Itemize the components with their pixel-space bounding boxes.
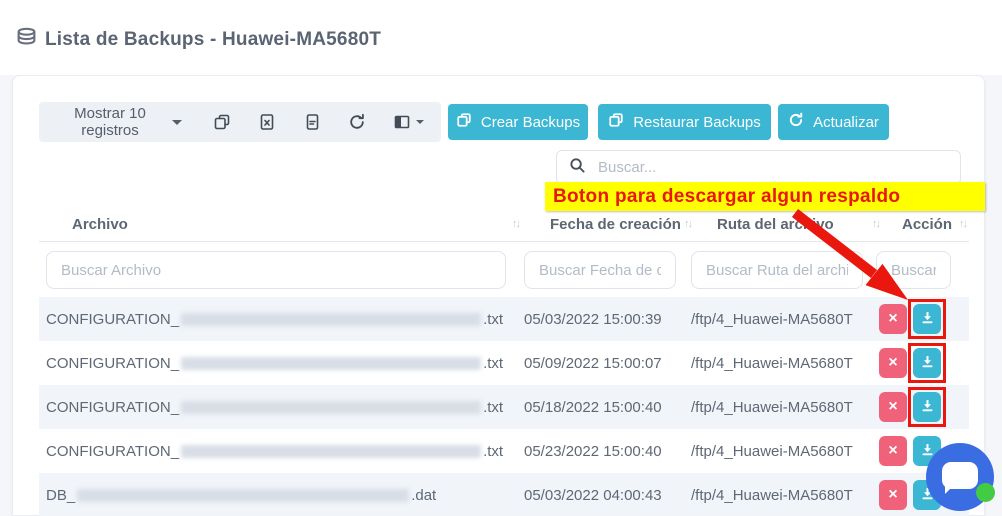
sort-icon[interactable]: ↑↓ <box>512 218 519 230</box>
created-date: 05/03/2022 15:00:39 <box>524 297 662 341</box>
filter-fecha-input[interactable] <box>524 251 676 289</box>
download-icon <box>920 310 935 328</box>
sort-icon[interactable]: ↑↓ <box>959 218 966 230</box>
chevron-down-icon <box>172 120 182 125</box>
redacted-text <box>181 357 481 370</box>
redacted-text <box>77 489 409 502</box>
table-header-row: Archivo ↑↓ Fecha de creación ↑↓ Ruta del… <box>39 208 969 242</box>
global-search <box>556 150 961 185</box>
column-header-archivo[interactable]: Archivo <box>72 216 128 233</box>
delete-backup-button[interactable]: × <box>879 436 907 466</box>
download-icon <box>920 354 935 372</box>
file-name: CONFIGURATION_ .txt <box>46 341 503 385</box>
table-row: CONFIGURATION_ .txt 05/09/2022 15:00:07 … <box>39 341 969 385</box>
create-backups-label: Crear Backups <box>481 114 580 131</box>
page-title: Lista de Backups - Huawei-MA5680T <box>45 29 381 51</box>
file-export-button[interactable] <box>303 113 321 131</box>
created-date: 05/03/2022 04:00:43 <box>524 473 662 516</box>
file-name: CONFIGURATION_ .txt <box>46 429 503 473</box>
online-status-dot <box>976 483 995 502</box>
redacted-text <box>181 445 481 458</box>
table-row: CONFIGURATION_ .txt 05/18/2022 15:00:40 … <box>39 385 969 429</box>
created-date: 05/09/2022 15:00:07 <box>524 341 662 385</box>
created-date: 05/18/2022 15:00:40 <box>524 385 662 429</box>
row-1-download-wrap <box>913 348 941 378</box>
file-path: /ftp/4_Huawei-MA5680T <box>691 341 853 385</box>
table-row: CONFIGURATION_ .txt 05/03/2022 15:00:39 … <box>39 297 969 341</box>
backups-page: Lista de Backups - Huawei-MA5680T Mostra… <box>0 0 1002 516</box>
delete-backup-button[interactable]: × <box>879 392 907 422</box>
column-header-fecha[interactable]: Fecha de creación <box>550 216 681 233</box>
column-header-ruta[interactable]: Ruta del archivo <box>717 216 834 233</box>
sort-icon[interactable]: ↑↓ <box>684 218 691 230</box>
sort-icon[interactable]: ↑↓ <box>872 218 879 230</box>
table-row: DB_ .dat 05/03/2022 04:00:43 /ftp/4_Huaw… <box>39 473 969 516</box>
file-path: /ftp/4_Huawei-MA5680T <box>691 429 853 473</box>
restore-backups-button[interactable]: Restaurar Backups <box>598 104 771 140</box>
search-icon <box>569 157 586 179</box>
chevron-down-icon <box>416 120 424 124</box>
page-header: Lista de Backups - Huawei-MA5680T <box>16 27 381 53</box>
chat-widget-button[interactable] <box>926 443 994 511</box>
file-name: CONFIGURATION_ .txt <box>46 297 503 341</box>
backup-icon <box>608 112 624 132</box>
file-name: DB_ .dat <box>46 473 436 516</box>
excel-export-button[interactable] <box>258 113 276 131</box>
filter-ruta-input[interactable] <box>691 251 863 289</box>
filter-archivo-input[interactable] <box>46 251 506 289</box>
row-2-download-wrap <box>913 392 941 422</box>
delete-backup-button[interactable]: × <box>879 304 907 334</box>
reload-icon <box>348 113 366 131</box>
restore-backups-label: Restaurar Backups <box>633 114 761 131</box>
refresh-button[interactable]: Actualizar <box>778 104 889 140</box>
download-backup-button[interactable] <box>913 392 941 422</box>
created-date: 05/23/2022 15:00:40 <box>524 429 662 473</box>
download-backup-button[interactable] <box>913 348 941 378</box>
file-name: CONFIGURATION_ .txt <box>46 385 503 429</box>
table-row: CONFIGURATION_ .txt 05/23/2022 15:00:40 … <box>39 429 969 473</box>
excel-export-icon <box>258 113 276 131</box>
download-backup-button[interactable] <box>913 304 941 334</box>
redacted-text <box>181 401 481 414</box>
database-icon <box>16 27 37 53</box>
chat-bubble-icon <box>942 462 978 489</box>
copy-button[interactable] <box>213 113 231 131</box>
column-visibility-button[interactable] <box>393 113 424 131</box>
download-icon <box>920 398 935 416</box>
delete-backup-button[interactable]: × <box>879 348 907 378</box>
reload-table-button[interactable] <box>348 113 366 131</box>
column-header-accion[interactable]: Acción <box>902 216 952 233</box>
row-0-download-wrap <box>913 304 941 334</box>
file-path: /ftp/4_Huawei-MA5680T <box>691 385 853 429</box>
file-path: /ftp/4_Huawei-MA5680T <box>691 297 853 341</box>
file-export-icon <box>303 113 321 131</box>
create-backups-button[interactable]: Crear Backups <box>448 104 588 140</box>
table-toolbar: Mostrar 10 registros <box>39 102 441 142</box>
copy-icon <box>213 113 231 131</box>
refresh-label: Actualizar <box>813 114 879 131</box>
export-tools <box>213 113 424 131</box>
delete-backup-button[interactable]: × <box>879 480 907 510</box>
backups-card: Mostrar 10 registros <box>12 75 985 516</box>
annotation-callout: Boton para descargar algun respaldo <box>545 182 985 211</box>
refresh-icon <box>788 112 804 132</box>
entries-selector-label: Mostrar 10 registros <box>56 105 164 139</box>
redacted-text <box>181 313 481 326</box>
column-visibility-icon <box>393 113 411 131</box>
file-path: /ftp/4_Huawei-MA5680T <box>691 473 853 516</box>
backup-icon <box>456 112 472 132</box>
entries-selector[interactable]: Mostrar 10 registros <box>56 105 182 139</box>
filter-accion-input[interactable] <box>876 251 951 289</box>
search-input[interactable] <box>598 159 948 176</box>
